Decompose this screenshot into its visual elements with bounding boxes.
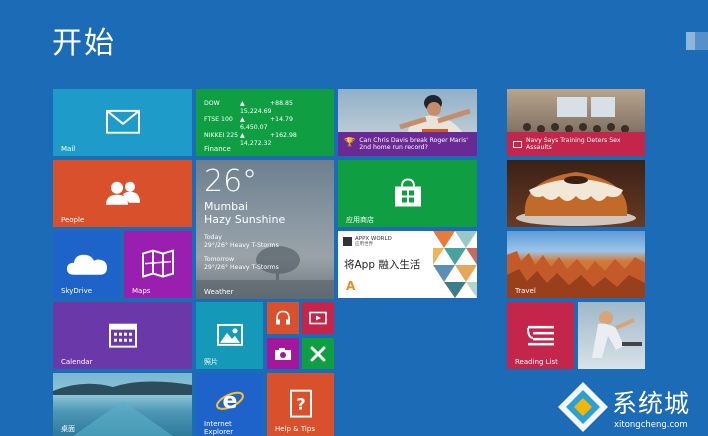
skydrive-tile[interactable]: SkyDrive — [53, 231, 120, 298]
people-tile[interactable]: People — [53, 160, 192, 227]
appx-brand-sub: 应用世界 — [355, 242, 373, 247]
weather-today-forecast: 29°/26° Heavy T-Storms — [204, 242, 279, 249]
ie-tile-label: Internet Explorer — [204, 420, 234, 436]
news-headline-bar: Navy Says Training Deters Sex Assaults — [507, 132, 645, 156]
travel-tile[interactable]: Travel — [507, 231, 645, 298]
watermark-logo-icon — [558, 382, 608, 432]
desktop-tile[interactable]: 桌面 — [53, 373, 192, 436]
news-tile[interactable]: Navy Says Training Deters Sex Assaults — [507, 89, 645, 156]
photos-tile-label: 照片 — [204, 358, 218, 366]
newspaper-icon — [513, 140, 522, 148]
weather-tile-label: Weather — [204, 288, 234, 296]
appx-world-tile[interactable]: APPX WORLD 应用世界 将App 融入生活 A — [338, 231, 477, 298]
finance-quotes: DOW ▲ 15,224.69 +88.85 FTSE 100 ▲ 6,450.… — [204, 100, 297, 148]
finance-row-dow: DOW ▲ 15,224.69 +88.85 — [204, 100, 293, 115]
weather-tile[interactable]: 26° Mumbai Hazy Sunshine Today 29°/26° H… — [196, 160, 334, 299]
travel-tile-label: Travel — [515, 287, 536, 295]
games-tile[interactable] — [302, 338, 334, 369]
maps-tile[interactable]: Maps — [124, 231, 192, 298]
internet-explorer-tile[interactable]: e Internet Explorer — [196, 373, 263, 436]
photo-icon — [216, 323, 243, 346]
photos-tile[interactable]: 照片 — [196, 302, 263, 369]
weather-condition: Hazy Sunshine — [204, 213, 286, 226]
help-tile-label: Help & Tips — [275, 425, 315, 433]
music-tile[interactable] — [267, 302, 299, 334]
finance-row-ftse: FTSE 100 ▲ 6,450.07 +14.79 — [204, 116, 293, 131]
desktop-tile-label: 桌面 — [61, 425, 75, 433]
headphones-icon — [276, 310, 290, 325]
svg-text:e: e — [222, 388, 237, 413]
sports-headline: Can Chris Davis break Roger Maris' 2nd h… — [359, 136, 468, 152]
trophy-icon: 🏆 — [344, 138, 356, 149]
weather-city: Mumbai — [204, 200, 248, 213]
maps-tile-label: Maps — [132, 287, 151, 295]
finance-tile[interactable]: DOW ▲ 15,224.69 +88.85 FTSE 100 ▲ 6,450.… — [196, 89, 334, 156]
user-account-button[interactable] — [686, 32, 708, 50]
watermark-url: xitongcheng.com — [614, 420, 688, 430]
news-headline: Navy Says Training Deters Sex Assaults — [526, 136, 621, 152]
calendar-icon — [108, 323, 137, 348]
calendar-tile-label: Calendar — [61, 358, 93, 366]
watermark-text: 系统城 — [612, 389, 691, 418]
help-book-icon: ? — [289, 389, 312, 418]
bundt-cake-photo — [516, 172, 636, 226]
weather-temperature: 26° — [204, 164, 258, 199]
reading-list-tile[interactable]: Reading List — [507, 302, 574, 369]
xbox-icon — [310, 346, 326, 361]
mail-tile-label: Mail — [61, 145, 76, 153]
appx-mosaic-graphic — [433, 231, 477, 298]
people-tile-label: People — [61, 216, 85, 224]
fitness-photo — [592, 311, 642, 358]
store-tile[interactable]: 应用商店 — [338, 160, 477, 227]
mail-icon — [105, 109, 140, 134]
calendar-tile[interactable]: Calendar — [53, 302, 192, 369]
sports-tile[interactable]: 🏆 Can Chris Davis break Roger Maris' 2nd… — [338, 89, 477, 156]
help-tips-tile[interactable]: ? Help & Tips — [267, 373, 334, 436]
start-screen-title: 开始 — [52, 26, 116, 61]
weather-tomorrow-label: Tomorrow — [204, 256, 235, 263]
map-icon — [142, 249, 174, 278]
health-fitness-tile[interactable] — [578, 302, 645, 369]
site-watermark: 系统城 xitongcheng.com — [556, 378, 708, 436]
svg-text:?: ? — [296, 394, 305, 413]
appx-logo-icon — [343, 237, 352, 246]
food-tile[interactable] — [507, 160, 645, 227]
finance-tile-label: Finance — [204, 145, 231, 153]
reading-list-tile-label: Reading List — [515, 358, 558, 366]
store-bag-icon — [394, 177, 421, 206]
weather-tomorrow-forecast: 29°/26° Heavy T-Storms — [204, 264, 279, 271]
sports-headline-bar: 🏆 Can Chris Davis break Roger Maris' 2nd… — [338, 132, 477, 156]
cloud-icon — [66, 254, 107, 275]
appx-letter-a: A — [346, 279, 356, 293]
weather-today-label: Today — [204, 234, 222, 241]
camera-tile[interactable] — [267, 338, 299, 369]
camera-icon — [275, 347, 291, 360]
video-play-icon — [309, 311, 327, 325]
mail-tile[interactable]: Mail — [53, 89, 192, 156]
video-tile[interactable] — [302, 302, 334, 334]
skydrive-tile-label: SkyDrive — [61, 287, 93, 295]
appx-slogan: 将App 融入生活 — [344, 259, 421, 271]
internet-explorer-icon: e — [215, 388, 244, 413]
people-icon — [105, 181, 140, 205]
store-tile-label: 应用商店 — [346, 216, 374, 224]
reading-list-icon — [526, 325, 554, 345]
